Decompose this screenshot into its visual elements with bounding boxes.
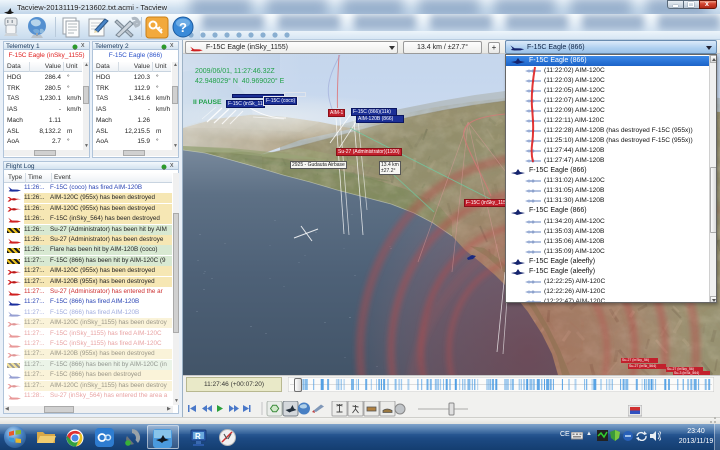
svg-text:R: R — [195, 432, 201, 441]
svg-text:?: ? — [179, 20, 187, 35]
